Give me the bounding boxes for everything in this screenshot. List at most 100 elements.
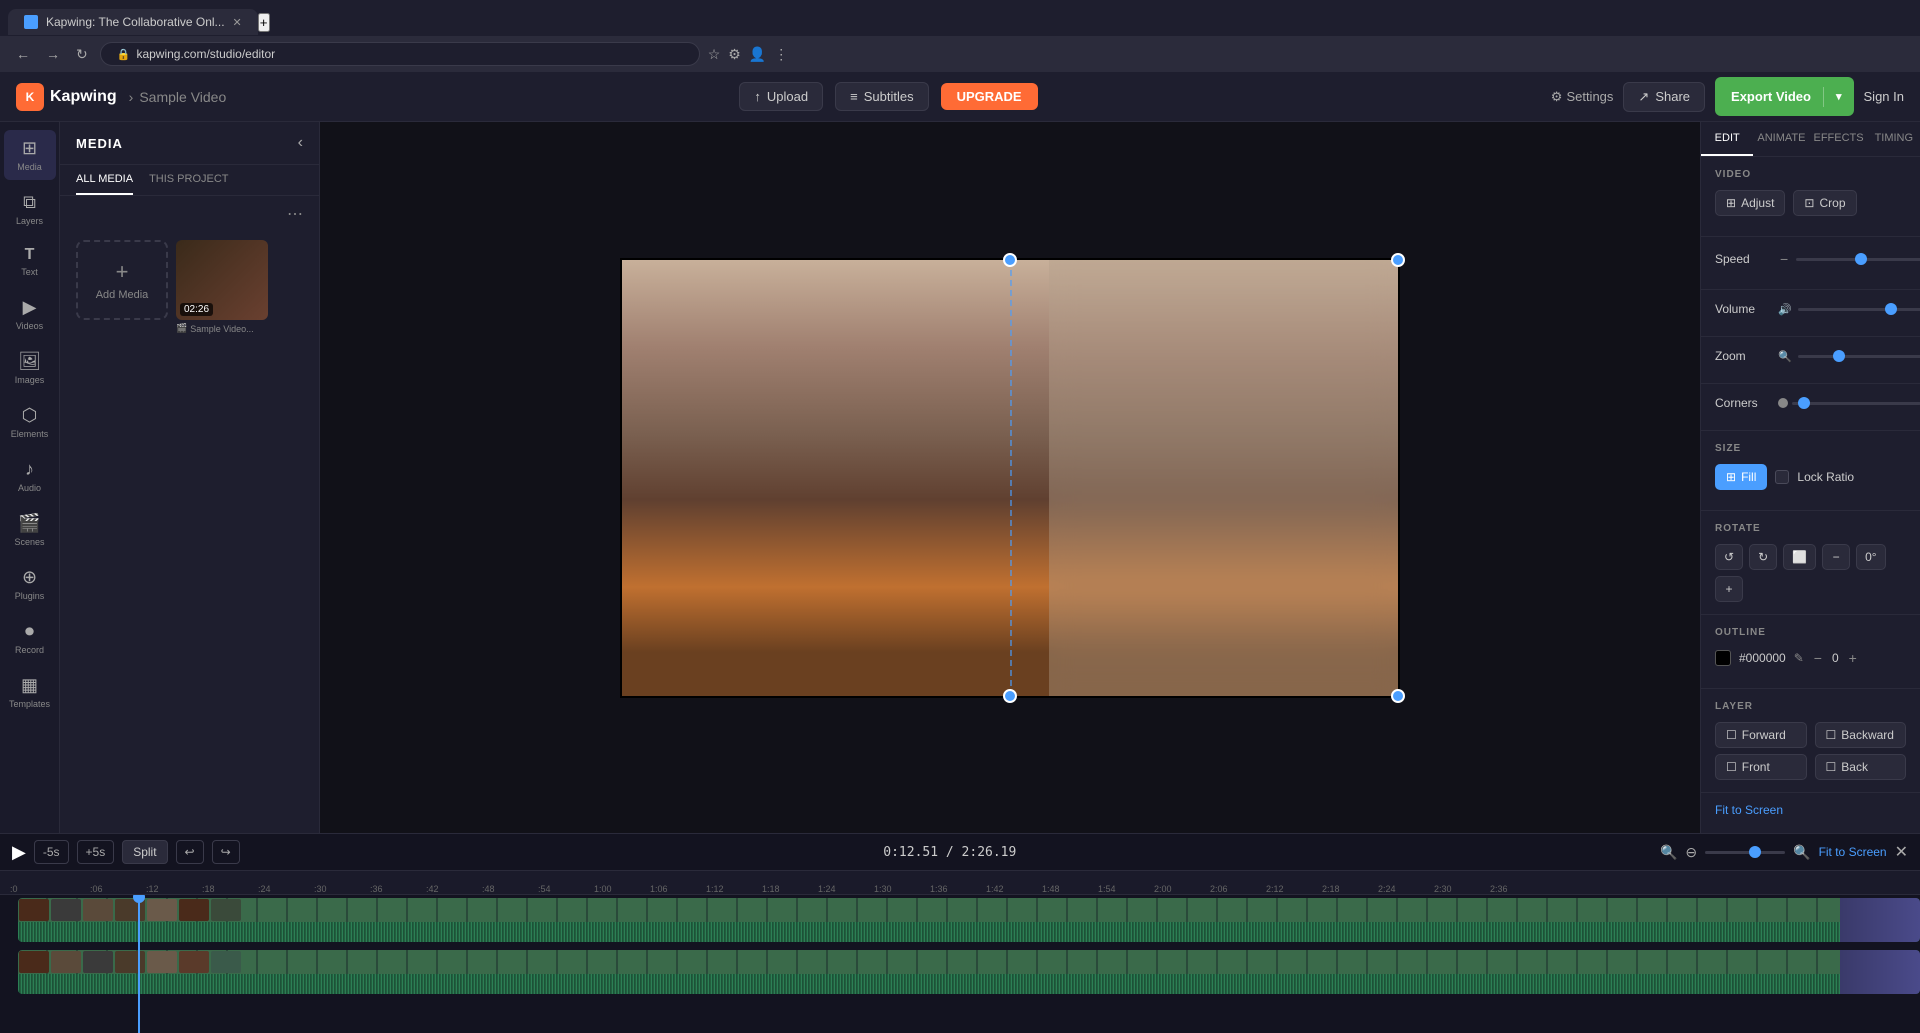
ruler-mark-200: 2:00 (1154, 884, 1172, 894)
outline-edit-button[interactable]: ✎ (1794, 651, 1804, 665)
fit-to-screen-button[interactable]: Fit to Screen (1715, 803, 1783, 817)
export-button[interactable]: Export Video ▾ (1715, 77, 1853, 116)
outline-title: OUTLINE (1715, 627, 1906, 638)
sidebar-item-plugins[interactable]: ⊕ Plugins (4, 559, 56, 609)
bookmark-button[interactable]: ☆ (708, 46, 721, 63)
speed-label: Speed (1715, 252, 1770, 266)
timeline-zoom: 🔍 ⊖ 🔍 Fit to Screen ✕ (1660, 842, 1908, 862)
ruler-mark-12: :12 (146, 884, 159, 894)
timeline-tracks[interactable] (0, 895, 1920, 1033)
more-button[interactable]: ⋯ (287, 204, 303, 224)
outline-color-swatch[interactable] (1715, 650, 1731, 666)
ruler-mark-230: 2:30 (1434, 884, 1452, 894)
split-button[interactable]: Split (122, 840, 167, 864)
media-panel-close[interactable]: ‹ (298, 134, 303, 152)
add-media-button[interactable]: + Add Media (76, 240, 168, 320)
address-bar[interactable]: 🔒 kapwing.com/studio/editor (100, 42, 700, 66)
front-icon: ☐ (1726, 760, 1737, 774)
forward-button[interactable]: ☐ Forward (1715, 722, 1807, 748)
sidebar-item-scenes[interactable]: 🎬 Scenes (4, 505, 56, 555)
tab-timing[interactable]: TIMING (1868, 122, 1920, 156)
undo-button[interactable]: ↩ (176, 840, 204, 864)
ruler-mark-24: :24 (258, 884, 271, 894)
outline-increase[interactable]: + (1847, 648, 1859, 668)
sidebar-item-elements[interactable]: ⬡ Elements (4, 397, 56, 447)
rotate-minus-button[interactable]: − (1822, 544, 1850, 570)
sidebar-label-media: Media (17, 162, 42, 172)
zoom-out-icon[interactable]: ⊖ (1685, 844, 1697, 861)
sidebar-item-templates[interactable]: ▦ Templates (4, 667, 56, 717)
forward-button[interactable]: → (42, 42, 64, 66)
skip-back-button[interactable]: -5s (34, 840, 69, 864)
zoom-in-icon[interactable]: 🔍 (1660, 844, 1677, 861)
crop-button[interactable]: ⊡ Crop (1793, 190, 1856, 216)
tab-edit[interactable]: EDIT (1701, 122, 1753, 156)
extensions-button[interactable]: ⚙ (728, 46, 741, 63)
track-1-content[interactable] (18, 898, 1920, 942)
text-icon: T (25, 246, 35, 264)
corners-slider[interactable] (1792, 402, 1920, 405)
media-item: 02:26 🎬 Sample Video... (176, 240, 268, 334)
rotate-ccw-button[interactable]: ↺ (1715, 544, 1743, 570)
redo-button[interactable]: ↪ (212, 840, 240, 864)
tab-effects[interactable]: EFFECTS (1809, 122, 1867, 156)
images-icon: 🖼 (18, 351, 41, 372)
lock-icon: 🔒 (117, 48, 131, 61)
sidebar-item-images[interactable]: 🖼 Images (4, 343, 56, 393)
skip-forward-button[interactable]: +5s (77, 840, 115, 864)
media-tab-project[interactable]: THIS PROJECT (149, 165, 228, 195)
timeline-close-button[interactable]: ✕ (1895, 842, 1908, 862)
back-button[interactable]: ☐ Back (1815, 754, 1907, 780)
outline-row: #000000 ✎ − 0 + (1715, 648, 1906, 668)
backward-button[interactable]: ☐ Backward (1815, 722, 1907, 748)
sidebar-item-videos[interactable]: ▶ Videos (4, 289, 56, 339)
app-header: K Kapwing › Sample Video ↑ Upload ≡ Subt… (0, 72, 1920, 122)
refresh-button[interactable]: ↻ (72, 42, 92, 67)
export-arrow-icon[interactable]: ▾ (1824, 84, 1854, 109)
share-button[interactable]: ↗ Share (1623, 82, 1705, 112)
zoom-slider[interactable] (1798, 355, 1920, 358)
fill-button[interactable]: ⊞ Fill (1715, 464, 1767, 490)
volume-slider[interactable] (1798, 308, 1920, 311)
crop-icon: ⊡ (1804, 196, 1814, 210)
media-tab-all[interactable]: ALL MEDIA (76, 165, 133, 195)
handle-bottom-center[interactable] (1003, 689, 1017, 703)
subtitles-button[interactable]: ≡ Subtitles (835, 82, 928, 111)
zoom-level-slider[interactable] (1705, 851, 1785, 854)
rotate-value[interactable]: 0° (1856, 544, 1885, 570)
lock-ratio-checkbox[interactable] (1775, 470, 1789, 484)
rotate-plus-button[interactable]: + (1715, 576, 1743, 602)
tab-close[interactable]: ✕ (233, 16, 242, 29)
sidebar-item-record[interactable]: ⏺ Record (4, 613, 56, 663)
new-tab-button[interactable]: + (258, 13, 270, 32)
handle-bottom-right[interactable] (1391, 689, 1405, 703)
settings-button[interactable]: ⚙ Settings (1551, 89, 1614, 105)
flip-h-button[interactable]: ⬜ (1783, 544, 1816, 570)
profile-button[interactable]: 👤 (749, 46, 766, 63)
handle-top-right[interactable] (1391, 253, 1405, 267)
play-button[interactable]: ▶ (12, 842, 26, 863)
media-thumbnail[interactable]: 02:26 (176, 240, 268, 320)
fit-screen-timeline-button[interactable]: Fit to Screen (1819, 845, 1887, 859)
browser-tab[interactable]: Kapwing: The Collaborative Onl... ✕ (8, 9, 258, 35)
speed-decrease[interactable]: − (1778, 249, 1790, 269)
back-button[interactable]: ← (12, 42, 34, 66)
adjust-button[interactable]: ⊞ Adjust (1715, 190, 1785, 216)
sidebar-item-layers[interactable]: ⧉ Layers (4, 184, 56, 234)
tab-animate[interactable]: ANIMATE (1753, 122, 1809, 156)
upgrade-button[interactable]: UPGRADE (941, 83, 1038, 110)
sidebar-item-audio[interactable]: ♪ Audio (4, 451, 56, 501)
speed-slider[interactable] (1796, 258, 1920, 261)
track-2-content[interactable] (18, 950, 1920, 994)
menu-button[interactable]: ⋮ (774, 46, 788, 63)
handle-top-center[interactable] (1003, 253, 1017, 267)
outline-decrease[interactable]: − (1812, 648, 1824, 668)
sidebar-item-text[interactable]: T Text (4, 238, 56, 285)
ruler-mark-148: 1:48 (1042, 884, 1060, 894)
front-button[interactable]: ☐ Front (1715, 754, 1807, 780)
sidebar-item-media[interactable]: ⊞ Media (4, 130, 56, 180)
zoom-search-icon[interactable]: 🔍 (1793, 844, 1810, 861)
upload-button[interactable]: ↑ Upload (739, 82, 823, 111)
rotate-cw-button[interactable]: ↻ (1749, 544, 1777, 570)
signin-button[interactable]: Sign In (1864, 89, 1904, 104)
